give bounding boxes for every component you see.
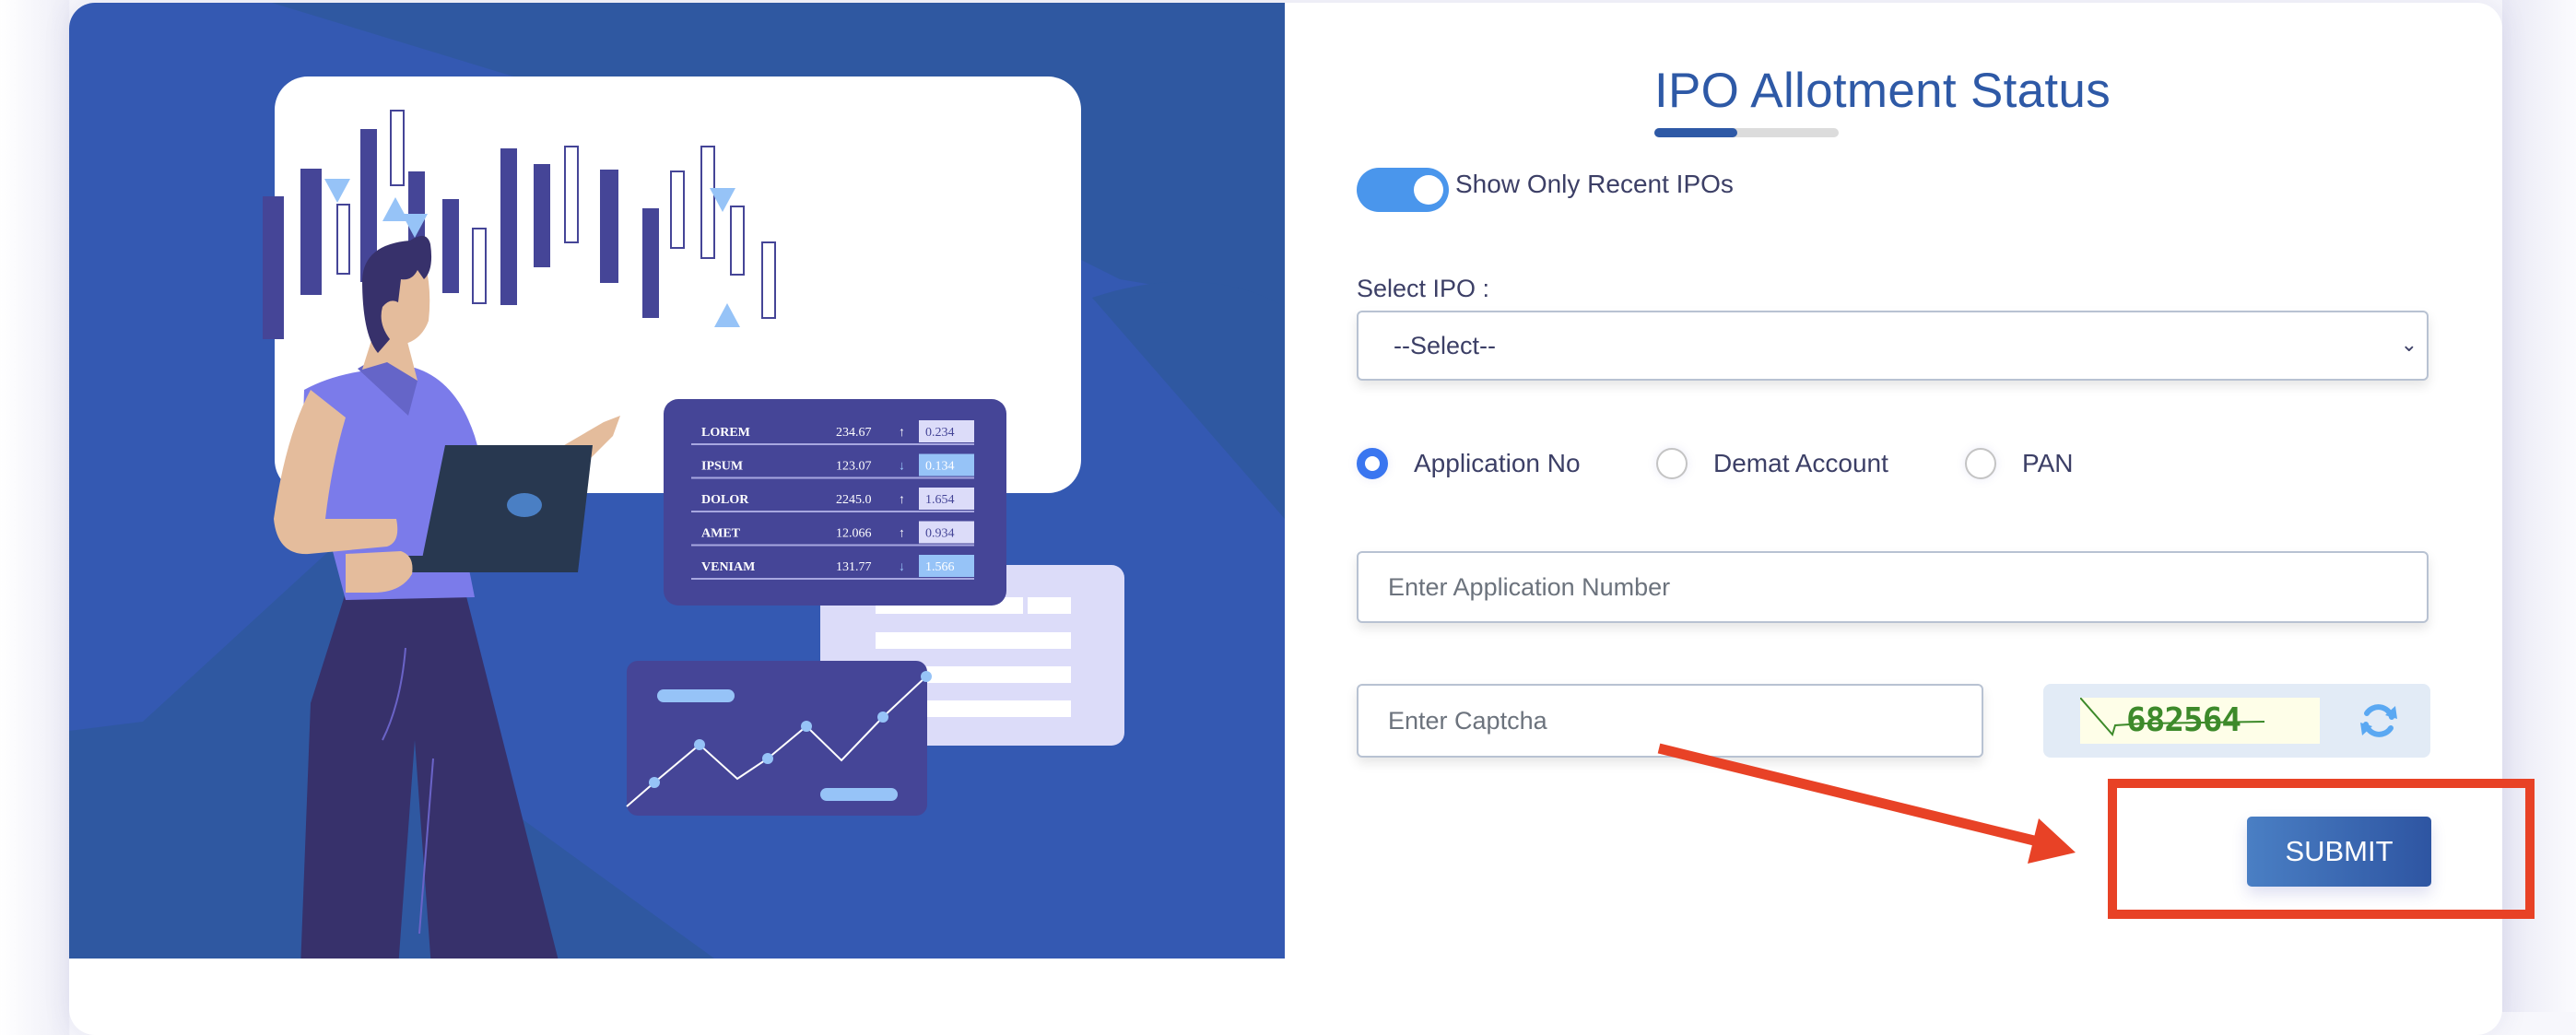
bg-shape: [1092, 281, 1285, 519]
ticker-price: 2245.0: [836, 493, 872, 507]
candle: [534, 164, 550, 267]
radio-indicator: [1357, 448, 1388, 479]
ticker-price: 234.67: [836, 426, 872, 440]
candle: [670, 171, 685, 249]
line-point: [801, 721, 812, 732]
radio-label: Application No: [1414, 449, 1581, 477]
title-underline-accent: [1654, 128, 1737, 137]
captcha-noise: [2080, 698, 2265, 737]
arrow-down-icon: ↓: [899, 460, 905, 474]
laptop: [419, 445, 593, 572]
page-background: [2502, 0, 2576, 1012]
captcha-image: 682564: [2080, 698, 2320, 744]
candle: [472, 228, 487, 304]
select-ipo-dropdown[interactable]: --Select-- ⌄: [1357, 311, 2429, 381]
radio-demat-account[interactable]: Demat Account: [1656, 448, 1888, 479]
application-number-input[interactable]: [1357, 551, 2429, 623]
title-underline: [1654, 128, 1839, 137]
chart-label-bar: [820, 788, 898, 801]
hero-illustration: LOREM 234.67 ↑ 0.234 IPSUM 123.07 ↓ 0.134 DOLOR 2…: [69, 3, 1285, 959]
ticker-price: 123.07: [836, 460, 872, 474]
arrow-up-icon: ↑: [899, 493, 905, 507]
submit-button[interactable]: SUBMIT: [2247, 817, 2431, 887]
radio-indicator: [1965, 448, 1996, 479]
ticker-change: 1.654: [925, 493, 955, 507]
candle: [761, 241, 776, 319]
candle: [300, 169, 322, 295]
line-point: [877, 712, 888, 723]
arrow-up-icon: ↑: [899, 527, 905, 541]
page-title: IPO Allotment Status: [1654, 64, 2111, 118]
candle: [500, 148, 517, 305]
select-ipo-label: Select IPO :: [1357, 275, 1490, 302]
candle: [600, 170, 618, 283]
ipo-card: LOREM 234.67 ↑ 0.234 IPSUM 123.07 ↓ 0.134 DOLOR 2…: [69, 3, 2502, 1035]
select-ipo-value: --Select--: [1394, 331, 1497, 359]
candle: [263, 196, 284, 339]
form-line: [1028, 597, 1071, 614]
stock-illustration: LOREM 234.67 ↑ 0.234 IPSUM 123.07 ↓ 0.134 DOLOR 2…: [69, 3, 1285, 959]
candle: [564, 146, 579, 243]
arrow-up-icon: ↑: [899, 426, 905, 440]
line-point: [694, 739, 705, 750]
laptop-logo: [507, 493, 542, 517]
recent-ipos-toggle-label: Show Only Recent IPOs: [1455, 170, 1734, 198]
pants: [300, 593, 559, 959]
toggle-knob: [1414, 175, 1443, 205]
ticker-change: 0.134: [925, 460, 955, 474]
ticker-price: 131.77: [836, 560, 872, 574]
radio-label: PAN: [2022, 449, 2074, 477]
arrow-down-icon: ↓: [899, 560, 905, 574]
ticker-change: 1.566: [925, 560, 955, 574]
candle: [730, 206, 745, 276]
candle: [336, 204, 350, 275]
ticker-price: 12.066: [836, 527, 872, 541]
candle: [390, 110, 405, 186]
chevron-down-icon: ⌄: [2400, 333, 2417, 356]
line-point: [649, 777, 660, 788]
candle: [442, 199, 459, 293]
chart-label-bar: [657, 689, 735, 702]
radio-pan[interactable]: PAN: [1965, 448, 2074, 479]
captcha-container: 682564: [2043, 684, 2430, 758]
candle: [642, 208, 659, 318]
ticker-name: AMET: [701, 527, 741, 541]
refresh-icon[interactable]: [2357, 699, 2401, 743]
ticker-name: LOREM: [701, 426, 750, 440]
line-point: [921, 671, 932, 682]
captcha-input[interactable]: [1357, 684, 1983, 758]
ticker-name: VENIAM: [701, 560, 755, 574]
candle: [700, 146, 715, 259]
radio-indicator: [1656, 448, 1688, 479]
ticker-change: 0.234: [925, 426, 955, 440]
radio-application-no[interactable]: Application No: [1357, 448, 1581, 479]
ticker-name: DOLOR: [701, 493, 749, 507]
recent-ipos-toggle[interactable]: [1357, 168, 1449, 212]
line-point: [762, 753, 773, 764]
form-line: [876, 632, 1071, 649]
ticker-name: IPSUM: [701, 460, 743, 474]
ticker-change: 0.934: [925, 527, 955, 541]
radio-label: Demat Account: [1713, 449, 1888, 477]
